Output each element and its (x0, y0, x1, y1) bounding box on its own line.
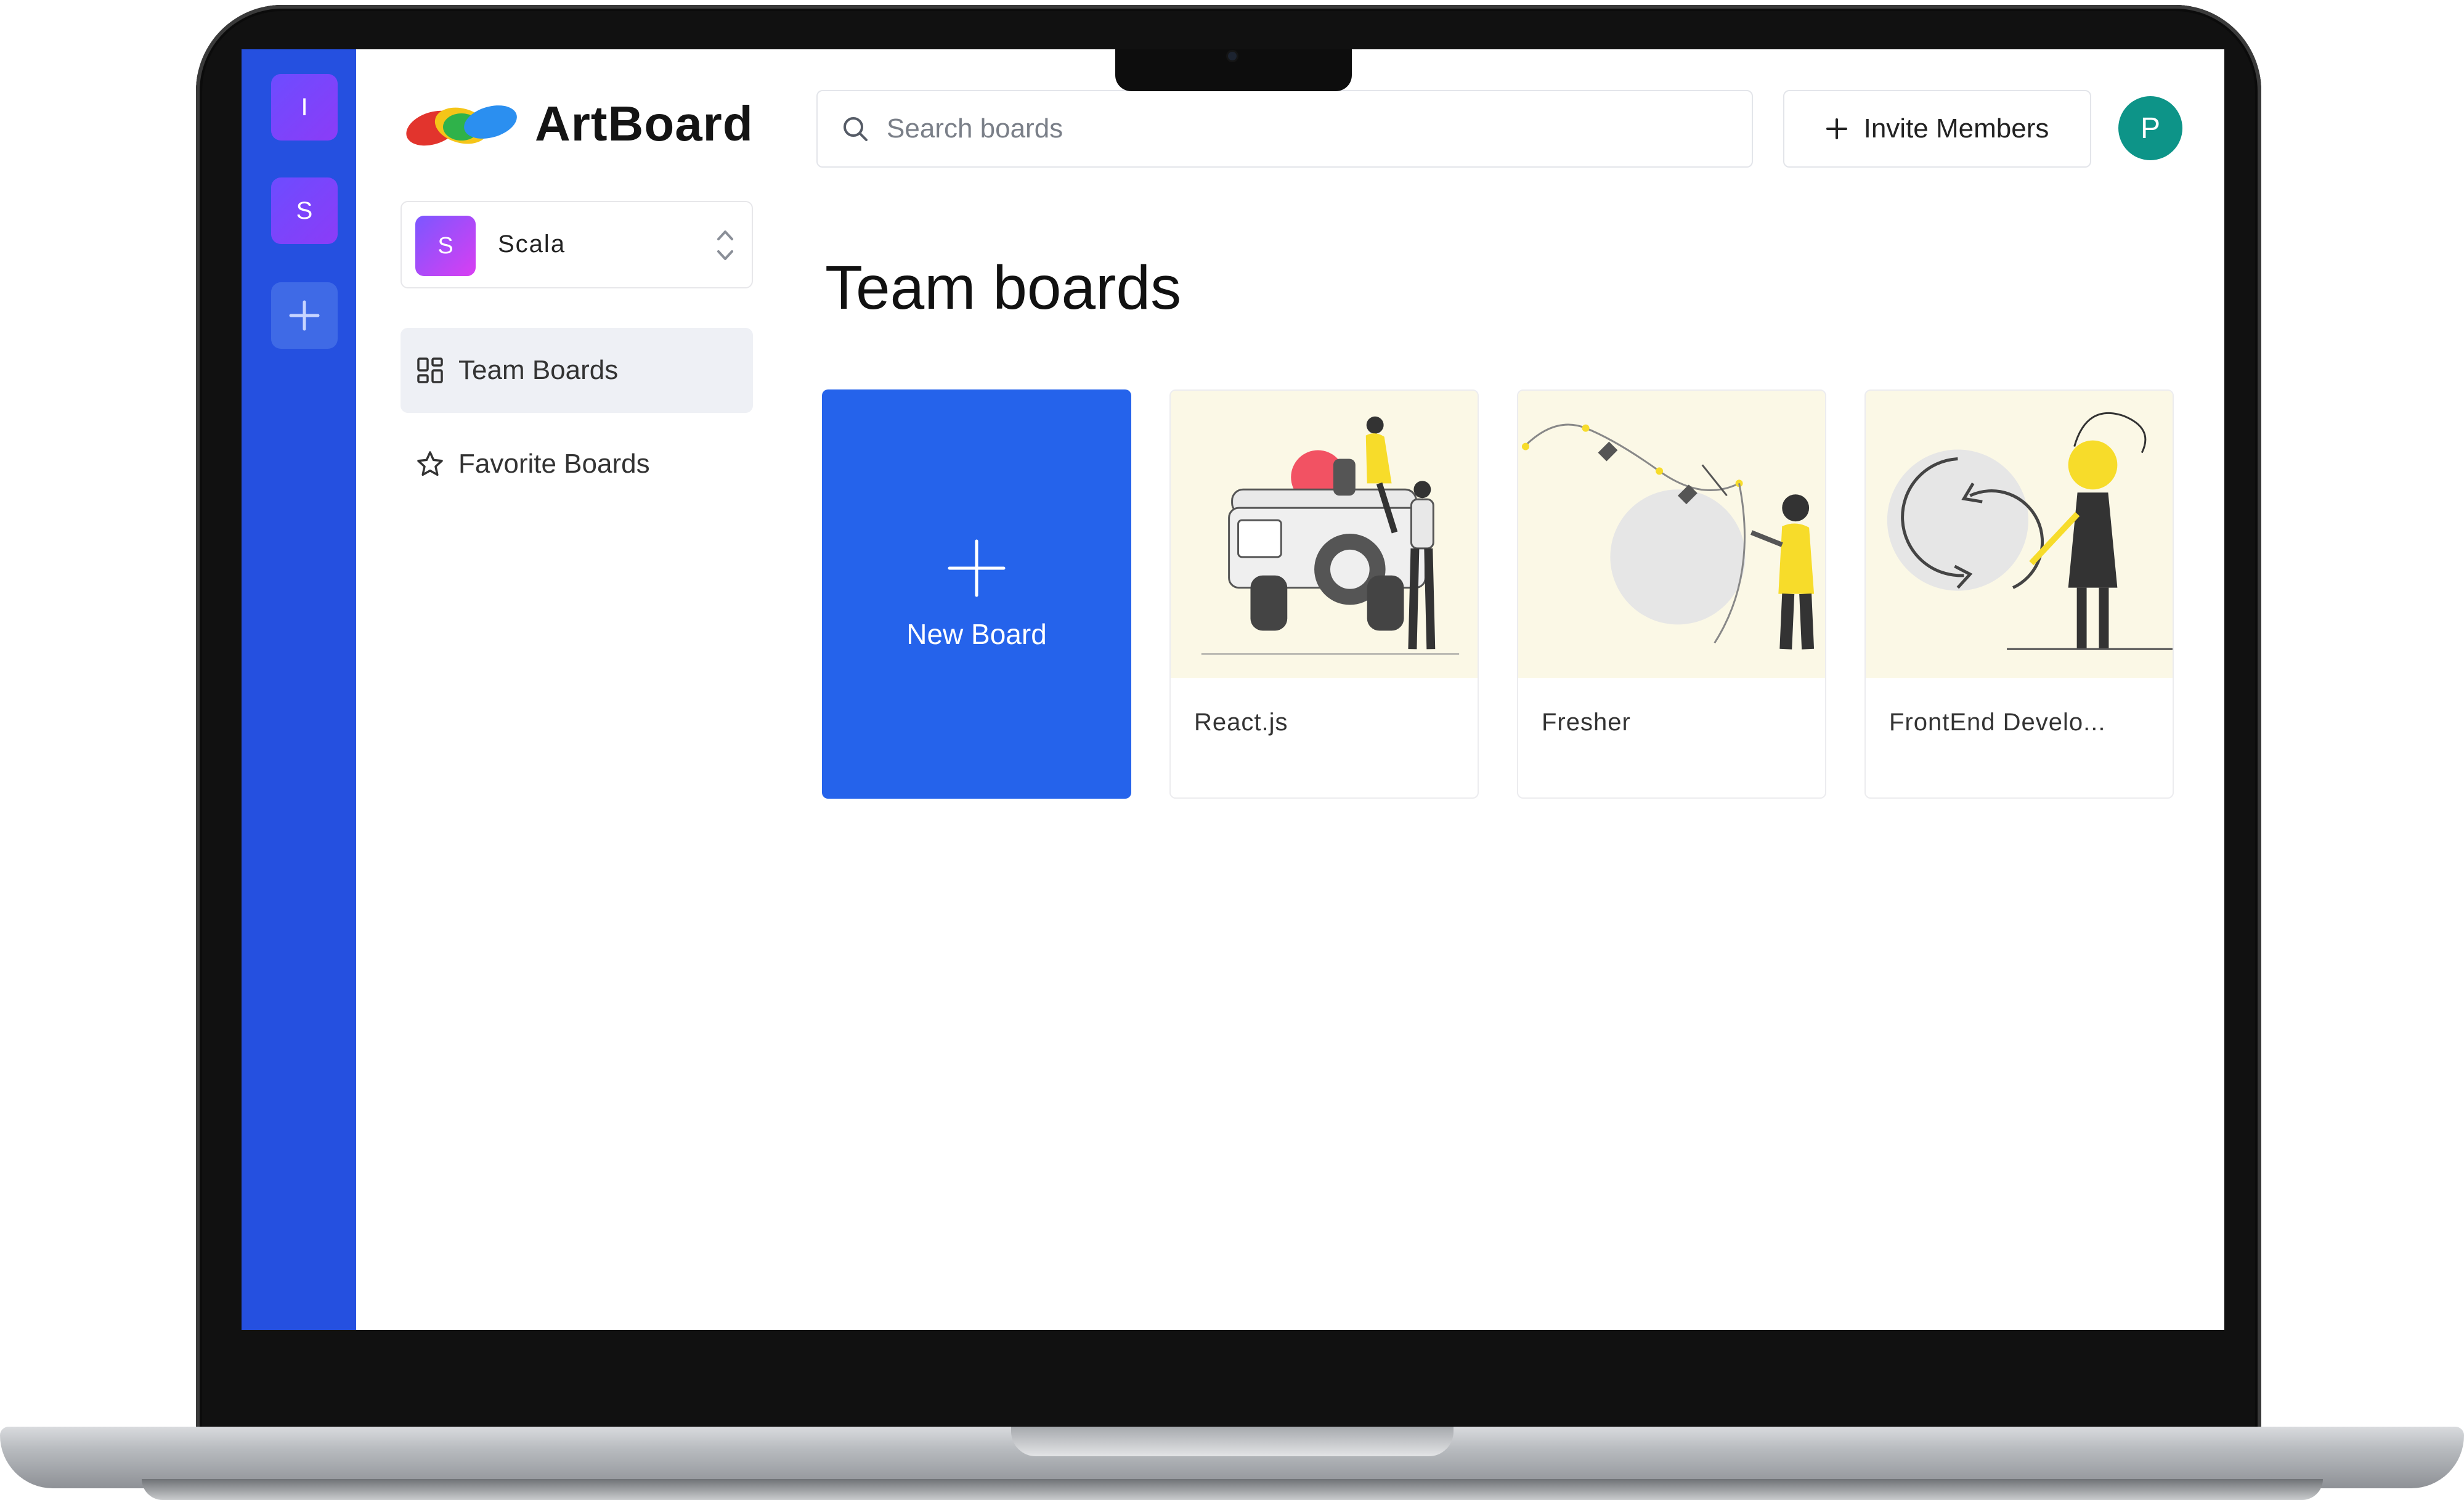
search-icon (844, 117, 868, 141)
artboard-logo-icon (406, 105, 517, 146)
board-title: Fresher (1542, 709, 1631, 736)
board-card-react[interactable]: React.js (1169, 389, 1479, 799)
org-avatar: S (415, 216, 476, 276)
board-thumbnail (1518, 391, 1825, 678)
app-screen: I S ArtBoard S Scala Team Boards Favorit… (242, 49, 2224, 1330)
sidebar-item-label: Favorite Boards (458, 449, 650, 479)
board-thumbnail (1171, 391, 1478, 678)
user-avatar[interactable]: P (2118, 96, 2182, 160)
invite-members-label: Invite Members (1863, 113, 2049, 144)
refresh-arrows-illustration-icon (1887, 412, 2173, 650)
board-card-frontend[interactable]: FrontEnd Develo... (1864, 389, 2174, 799)
travel-car-illustration-icon (1201, 416, 1460, 655)
workspace-initial: I (301, 93, 308, 121)
pen-tool-illustration-icon (1521, 423, 1815, 650)
chevron-up-down-icon (717, 230, 733, 260)
add-workspace-button[interactable] (271, 282, 338, 349)
board-card-fresher[interactable]: Fresher (1517, 389, 1826, 799)
workspace-button-i[interactable]: I (271, 74, 338, 141)
laptop-base-shadow (142, 1479, 2323, 1500)
board-title: React.js (1194, 709, 1288, 736)
brand[interactable]: ArtBoard (403, 90, 754, 158)
laptop-opening-groove (1011, 1427, 1454, 1456)
sidebar-item-label: Team Boards (458, 355, 619, 385)
search-input[interactable] (885, 113, 1689, 145)
board-title: FrontEnd Develo... (1889, 709, 2106, 736)
brand-name: ArtBoard (535, 96, 754, 151)
invite-members-button[interactable]: Invite Members (1783, 90, 2091, 168)
new-board-button[interactable]: New Board (822, 389, 1131, 799)
search-bar[interactable] (816, 90, 1753, 168)
workspace-initial: S (296, 197, 313, 224)
star-icon (417, 451, 443, 476)
camera-icon (1228, 52, 1237, 60)
plus-icon (1826, 118, 1847, 139)
plus-icon (289, 300, 320, 331)
workspace-rail: I S (242, 49, 356, 1330)
board-thumbnail (1866, 391, 2173, 678)
org-name: Scala (498, 230, 566, 258)
workspace-button-s[interactable]: S (271, 177, 338, 244)
sidebar-item-favorite-boards[interactable]: Favorite Boards (401, 422, 753, 507)
user-initial: P (2140, 112, 2160, 145)
dashboard-grid-icon (417, 357, 443, 383)
plus-icon (948, 539, 1006, 597)
sidebar-item-team-boards[interactable]: Team Boards (401, 328, 753, 413)
org-initial: S (437, 232, 453, 259)
page-title: Team boards (825, 253, 1182, 322)
new-board-label: New Board (906, 618, 1047, 650)
organization-switcher[interactable]: S Scala (401, 201, 753, 288)
